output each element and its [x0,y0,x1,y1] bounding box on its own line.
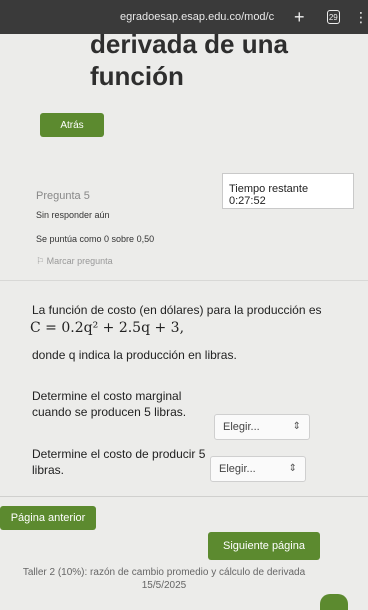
next-page-button[interactable]: Siguiente página [208,532,320,560]
part-1-label: Determine el costo marginal cuando se pr… [32,389,187,419]
question-description: donde q indica la producción en libras. [32,348,237,362]
browser-menu-icon[interactable]: ⋮ [354,9,368,26]
select-arrow-icon: ⇕ [288,463,297,474]
new-tab-icon[interactable]: + [294,7,305,28]
previous-page-button[interactable]: Página anterior [0,506,96,530]
question-number: Pregunta 5 [36,190,90,202]
tab-count-icon[interactable]: 29 [326,10,340,24]
cost-formula: C = 0.2q² + 2.5q + 3, [30,320,185,336]
flag-icon: ⚐ [36,256,47,266]
part-1-select[interactable]: Elegir... ⇕ [214,414,310,440]
select-arrow-icon: ⇕ [292,421,301,432]
divider [0,496,368,497]
question-status: Sin responder aún [36,210,110,220]
flag-question-link[interactable]: ⚐ Marcar pregunta [36,256,113,267]
page-title: derivada de una función [90,29,288,91]
back-button[interactable]: Atrás [40,113,104,137]
flag-question-label: Marcar pregunta [46,256,113,266]
part-2-select-value: Elegir... [219,463,256,475]
divider [0,280,368,281]
part-2-select[interactable]: Elegir... ⇕ [210,456,306,482]
address-bar[interactable]: egradoesap.esap.edu.co/mod/c [120,11,282,23]
time-remaining-box: Tiempo restante 0:27:52 [222,173,354,209]
question-grade: Se puntúa como 0 sobre 0,50 [36,234,155,244]
activity-link[interactable]: Taller 2 (10%): razón de cambio promedio… [14,566,314,592]
question-intro: La función de costo (en dólares) para la… [32,303,322,317]
part-1-select-value: Elegir... [223,421,260,433]
part-2-label: Determine el costo de producir 5 libras. [32,447,206,477]
chat-bubble-icon[interactable] [320,594,348,610]
